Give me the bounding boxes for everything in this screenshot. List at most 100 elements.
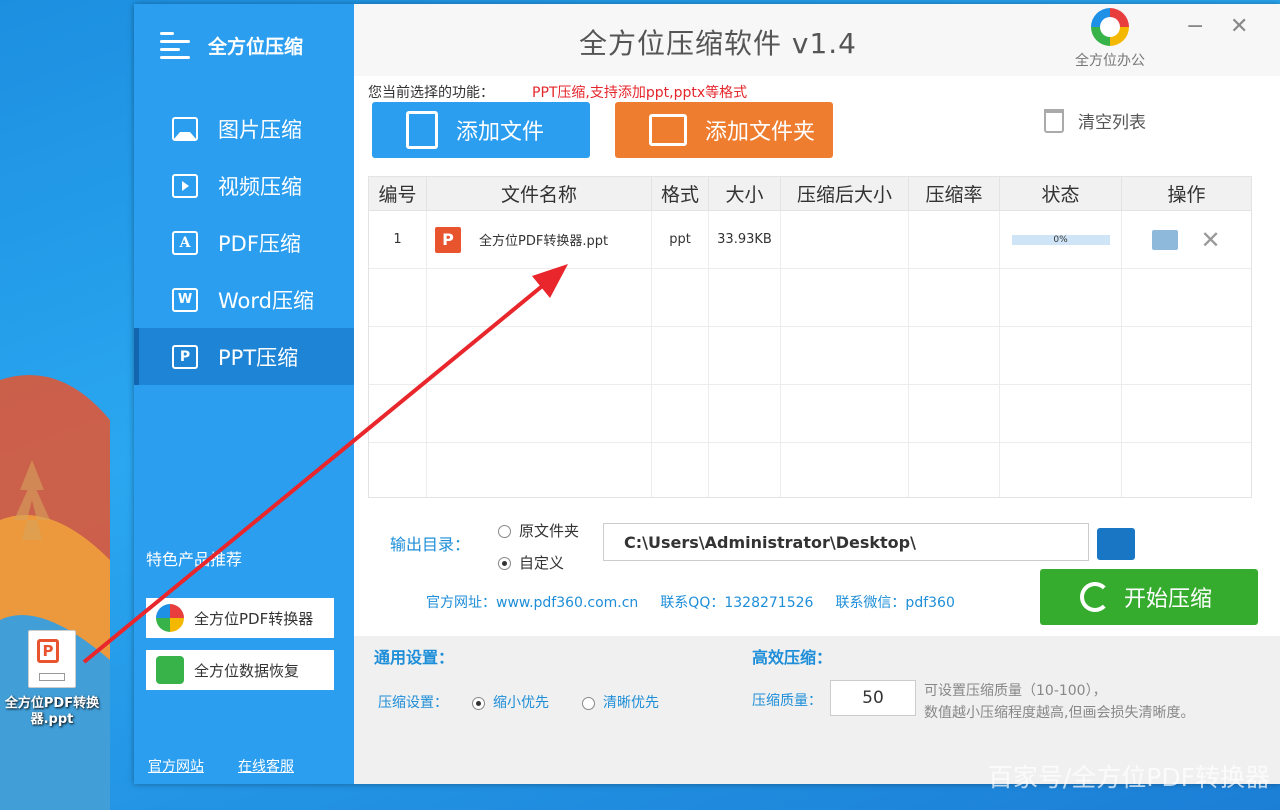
radio-size-priority[interactable]: 缩小优先 [472, 692, 549, 712]
wechat-text: 联系微信：pdf360 [835, 595, 955, 611]
remove-row-icon[interactable]: ✕ [1200, 226, 1220, 254]
column-header: 编号 [369, 177, 427, 210]
sidebar-item-label: 视频压缩 [218, 174, 302, 199]
sidebar-item-ppt[interactable]: PPT压缩 [134, 328, 354, 385]
sidebar-footer: 官方网站 在线客服 [148, 756, 294, 776]
close-button[interactable]: ✕ [1230, 14, 1248, 39]
column-header: 状态 [1000, 177, 1122, 210]
app-window: 全方位压缩 图片压缩 视频压缩 PDF压缩 Word压缩 PPT压缩 [134, 4, 1280, 784]
ppt-icon [172, 344, 198, 369]
folder-icon [649, 114, 687, 146]
image-icon [172, 116, 198, 141]
data-recovery-logo-icon [156, 656, 184, 684]
online-service-link[interactable]: 在线客服 [238, 756, 294, 776]
table-row [369, 443, 1251, 497]
title-bar: 全方位压缩软件 v1.4 全方位办公 − ✕ [354, 4, 1280, 76]
refresh-icon [1080, 582, 1110, 612]
quality-tip-line: 可设置压缩质量（10-100）， [924, 683, 1107, 699]
cell-ratio [909, 211, 1000, 268]
radio-label: 原文件夹 [519, 522, 580, 540]
start-compress-button[interactable]: 开始压缩 [1040, 569, 1258, 625]
compress-setting-label: 压缩设置： [378, 695, 448, 711]
clear-list-label: 清空列表 [1078, 113, 1146, 133]
quality-tip-line: 数值越小压缩程度越高,但画会损失清晰度。 [924, 705, 1195, 721]
browse-folder-icon[interactable] [1097, 528, 1135, 560]
pdf-converter-logo-icon [156, 604, 184, 632]
column-header: 压缩后大小 [781, 177, 909, 210]
output-path-field[interactable]: C:\Users\Administrator\Desktop\ [603, 523, 1089, 561]
open-folder-icon[interactable] [1152, 229, 1179, 250]
sidebar-item-label: PDF压缩 [218, 231, 301, 256]
promo-data-recovery-button[interactable]: 全方位数据恢复 [146, 650, 334, 690]
status-progress-bar: 0% [1011, 234, 1110, 245]
file-icon [406, 111, 438, 149]
table-row [369, 385, 1251, 443]
output-dir-label: 输出目录： [390, 535, 471, 554]
video-icon [172, 173, 198, 198]
logo-text: 全方位压缩 [208, 35, 304, 58]
sidebar-item-label: PPT压缩 [218, 345, 299, 370]
table-row [369, 327, 1251, 385]
sidebar-item-pdf[interactable]: PDF压缩 [134, 214, 354, 271]
column-header: 操作 [1167, 184, 1206, 206]
desktop-file-icon[interactable]: P 全方位PDF转换器.ppt [2, 630, 102, 728]
radio-original-folder[interactable]: 原文件夹 [498, 520, 579, 541]
radio-icon [582, 696, 595, 710]
clear-list-button[interactable]: 清空列表 [1044, 108, 1146, 133]
sidebar-nav: 图片压缩 视频压缩 PDF压缩 Word压缩 PPT压缩 [134, 100, 354, 385]
promo-label: 全方位数据恢复 [194, 661, 300, 680]
filename-text: 全方位PDF转换器.ppt [479, 234, 609, 249]
table-row [369, 269, 1251, 327]
radio-custom-folder[interactable]: 自定义 [498, 552, 564, 573]
brand-logo-icon [1091, 8, 1129, 46]
cell-status: 0% [1000, 211, 1122, 268]
promo-pdf-converter-button[interactable]: 全方位PDF转换器 [146, 598, 334, 638]
quality-input[interactable]: 50 [830, 680, 916, 716]
word-icon [172, 287, 198, 312]
sidebar-item-video[interactable]: 视频压缩 [134, 157, 354, 214]
sidebar-item-word[interactable]: Word压缩 [134, 271, 354, 328]
column-header: 大小 [709, 177, 781, 210]
brand: 全方位办公 [1062, 8, 1158, 70]
quality-tip: 可设置压缩质量（10-100）， 数值越小压缩程度越高,但画会损失清晰度。 [924, 680, 1194, 724]
cell-filename: P 全方位PDF转换器.ppt [427, 211, 652, 268]
radio-clarity-priority[interactable]: 清晰优先 [582, 692, 659, 712]
sidebar-item-label: Word压缩 [218, 288, 314, 313]
radio-label: 自定义 [519, 554, 565, 572]
brand-name: 全方位办公 [1075, 53, 1145, 69]
promo-title: 特色产品推荐 [146, 550, 243, 569]
file-table: 编号 文件名称 格式 大小 压缩后大小 压缩率 状态 操作 1 P 全方位PDF… [368, 176, 1252, 498]
sidebar-item-image[interactable]: 图片压缩 [134, 100, 354, 157]
efficient-compress-title: 高效压缩： [752, 648, 833, 667]
column-header: 压缩率 [909, 177, 1000, 210]
table-header: 编号 文件名称 格式 大小 压缩后大小 压缩率 状态 操作 [369, 177, 1251, 211]
ppt-file-icon: P [435, 226, 461, 253]
website-text: 官方网址：www.pdf360.com.cn [426, 595, 639, 611]
column-header: 文件名称 [427, 177, 652, 210]
logo-icon [160, 30, 198, 60]
cell-compressed-size [781, 211, 909, 268]
function-value: PPT压缩,支持添加ppt,pptx等格式 [532, 85, 748, 101]
cell-size: 33.93KB [709, 211, 781, 268]
general-settings-title: 通用设置： [374, 648, 455, 667]
sidebar: 全方位压缩 图片压缩 视频压缩 PDF压缩 Word压缩 PPT压缩 [134, 4, 354, 784]
table-row[interactable]: 1 P 全方位PDF转换器.ppt ppt 33.93KB 0% ✕ [369, 211, 1251, 269]
promo-label: 全方位PDF转换器 [194, 609, 314, 628]
official-site-link[interactable]: 官方网站 [148, 756, 204, 776]
column-header: 格式 [652, 177, 709, 210]
window-title: 全方位压缩软件 v1.4 [579, 27, 858, 60]
radio-label: 清晰优先 [603, 695, 659, 711]
cell-actions: ✕ [1122, 211, 1251, 268]
function-label: 您当前选择的功能： [368, 85, 494, 101]
minimize-button[interactable]: − [1186, 14, 1204, 39]
ppt-file-icon: P [28, 630, 76, 688]
sidebar-item-label: 图片压缩 [218, 117, 302, 142]
add-folder-button[interactable]: 添加文件夹 [615, 102, 833, 158]
pdf-icon [172, 230, 198, 255]
main-content: 您当前选择的功能： PPT压缩,支持添加ppt,pptx等格式 添加文件 添加文… [354, 76, 1280, 784]
radio-icon [498, 525, 511, 538]
qq-text: 联系QQ：1328271526 [660, 595, 814, 611]
add-file-button[interactable]: 添加文件 [372, 102, 590, 158]
radio-label: 缩小优先 [493, 695, 549, 711]
watermark: 百家号/全方位PDF转换器 [987, 763, 1270, 792]
